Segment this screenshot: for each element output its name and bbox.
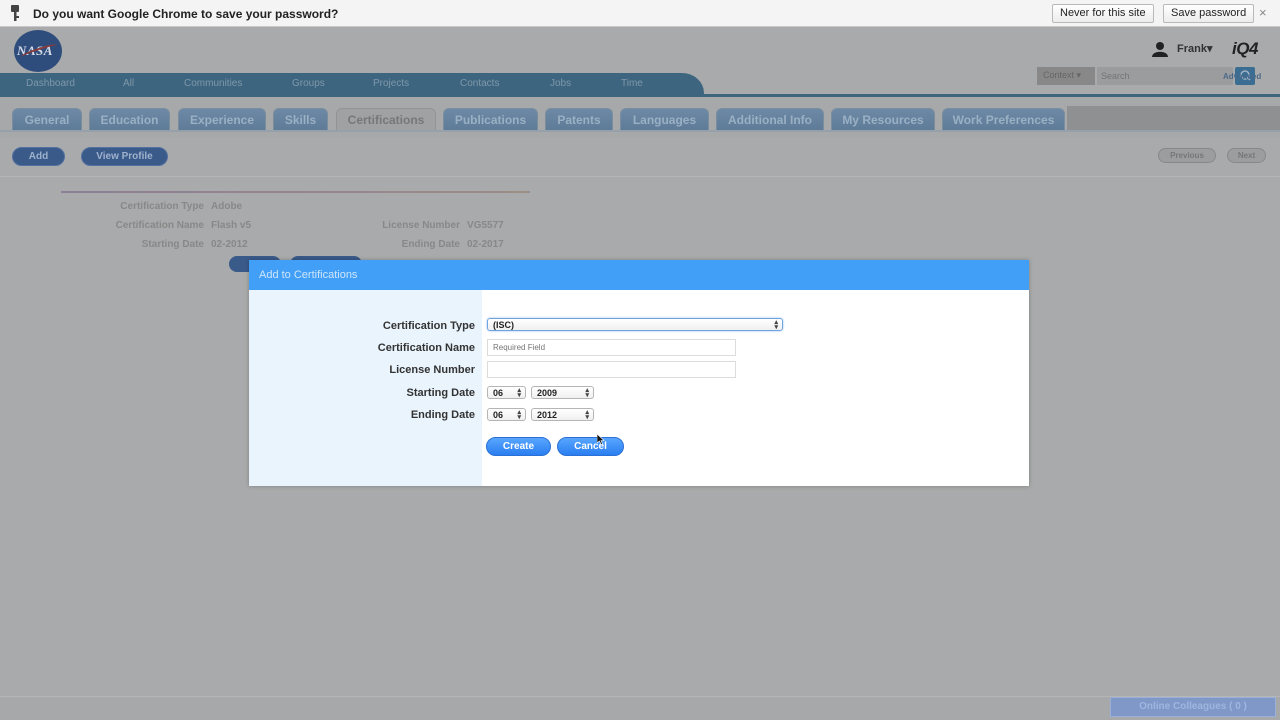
tabs-filler <box>1067 106 1280 130</box>
nav-all[interactable]: All <box>123 78 134 89</box>
cancel-button[interactable]: Cancel <box>557 437 624 456</box>
dialog-title: Add to Certifications <box>259 269 358 281</box>
online-colleagues-button[interactable]: Online Colleagues ( 0 ) <box>1110 697 1276 717</box>
nav-groups[interactable]: Groups <box>292 78 325 89</box>
mouse-cursor-icon <box>597 434 605 445</box>
starting-date-label: Starting Date <box>406 387 475 399</box>
updown-arrow-icon: ▴ ▾ <box>585 387 589 399</box>
updown-arrow-icon: ▴ ▾ <box>517 387 521 399</box>
tab-general[interactable]: General <box>12 108 82 130</box>
record-type-label: Certification Type <box>120 201 204 212</box>
user-menu[interactable]: Frank▾ <box>1177 42 1212 55</box>
license-number-input[interactable] <box>487 361 736 378</box>
tabs-baseline <box>0 130 1280 132</box>
tab-patents[interactable]: Patents <box>545 108 613 130</box>
nav-jobs[interactable]: Jobs <box>550 78 571 89</box>
nasa-logo[interactable]: NASA <box>14 30 62 72</box>
add-button[interactable]: Add <box>12 147 65 166</box>
close-icon[interactable]: × <box>1259 5 1267 20</box>
updown-arrow-icon: ▴ ▾ <box>517 409 521 421</box>
record-license-label: License Number <box>382 220 460 231</box>
next-button[interactable]: Next <box>1227 148 1266 163</box>
search-input[interactable] <box>1097 67 1233 85</box>
password-infobar: Do you want Google Chrome to save your p… <box>0 0 1280 27</box>
view-profile-button[interactable]: View Profile <box>81 147 168 166</box>
nav-projects[interactable]: Projects <box>373 78 409 89</box>
starting-year-select[interactable]: 2009 ▴ ▾ <box>531 386 594 399</box>
record-name-value: Flash v5 <box>211 220 252 231</box>
certification-type-value: (ISC) <box>493 320 514 330</box>
footer-bar <box>0 696 1280 720</box>
ending-month-select[interactable]: 06 ▴ ▾ <box>487 408 526 421</box>
starting-month-select[interactable]: 06 ▴ ▾ <box>487 386 526 399</box>
record-start-label: Starting Date <box>141 239 204 250</box>
ending-year-select[interactable]: 2012 ▴ ▾ <box>531 408 594 421</box>
profile-tabs: General Education Experience Skills Cert… <box>0 97 1280 137</box>
add-certification-dialog: Add to Certifications Certification Type… <box>249 260 1029 486</box>
updown-arrow-icon: ▴ ▾ <box>585 409 589 421</box>
record-license-value: VG5577 <box>467 220 504 231</box>
previous-button[interactable]: Previous <box>1158 148 1216 163</box>
create-button[interactable]: Create <box>486 437 551 456</box>
iq4-brand-logo: iQ4 <box>1232 39 1258 58</box>
record-name-label: Certification Name <box>115 220 204 231</box>
starting-month-value: 06 <box>493 388 504 398</box>
nav-dashboard[interactable]: Dashboard <box>26 78 75 89</box>
save-password-button[interactable]: Save password <box>1163 4 1255 23</box>
top-navigation: Dashboard All Communities Groups Project… <box>0 73 704 95</box>
tab-my-resources[interactable]: My Resources <box>831 108 935 130</box>
tab-additional-info[interactable]: Additional Info <box>716 108 824 130</box>
tab-experience[interactable]: Experience <box>178 108 266 130</box>
advanced-search-link[interactable]: Advanced <box>1223 72 1261 81</box>
never-for-this-site-button[interactable]: Never for this site <box>1052 4 1154 23</box>
ending-year-value: 2012 <box>537 410 558 420</box>
record-divider <box>61 191 530 193</box>
infobar-message: Do you want Google Chrome to save your p… <box>33 7 339 21</box>
nav-communities[interactable]: Communities <box>184 78 242 89</box>
certification-type-select[interactable]: (ISC) ▴ ▾ <box>487 318 783 331</box>
ending-month-value: 06 <box>493 410 504 420</box>
tab-education[interactable]: Education <box>89 108 170 130</box>
nav-time[interactable]: Time <box>621 78 643 89</box>
record-type-value: Adobe <box>211 201 243 212</box>
nav-contacts[interactable]: Contacts <box>460 78 499 89</box>
record-end-value: 02-2017 <box>467 239 504 250</box>
ending-date-label: Ending Date <box>410 409 475 421</box>
tab-publications[interactable]: Publications <box>443 108 538 130</box>
dialog-header: Add to Certifications <box>249 260 1029 290</box>
tab-skills[interactable]: Skills <box>273 108 328 130</box>
updown-arrow-icon: ▴ ▾ <box>774 319 778 331</box>
certification-name-label: Certification Name <box>377 342 475 354</box>
certification-type-label: Certification Type <box>382 320 475 332</box>
starting-year-value: 2009 <box>537 388 558 398</box>
tab-certifications[interactable]: Certifications <box>336 108 436 130</box>
tab-work-preferences[interactable]: Work Preferences <box>942 108 1065 130</box>
record-start-value: 02-2012 <box>211 239 248 250</box>
record-end-label: Ending Date <box>401 239 460 250</box>
license-number-label: License Number <box>389 364 475 376</box>
tab-languages[interactable]: Languages <box>620 108 709 130</box>
user-icon[interactable] <box>1152 41 1168 57</box>
key-icon <box>11 5 19 21</box>
action-bar: Add View Profile Previous Next <box>0 137 1280 177</box>
certification-name-input[interactable] <box>487 339 736 356</box>
search-context-dropdown[interactable]: Context ▾ <box>1037 67 1095 85</box>
